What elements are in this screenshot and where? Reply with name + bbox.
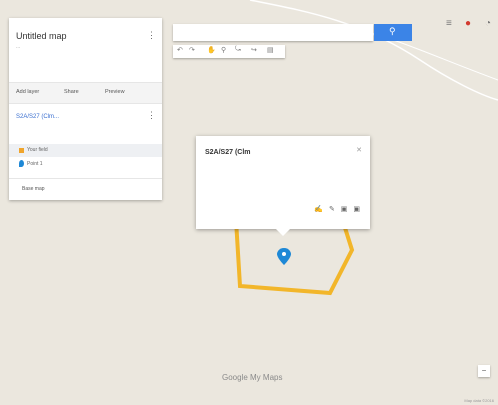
apps-grid-icon[interactable]: ≡ — [446, 18, 452, 29]
route-icon[interactable]: ↪ — [251, 46, 257, 54]
more-vert-icon[interactable]: ⋮ — [147, 30, 156, 41]
road-line — [249, 0, 498, 101]
pin-center — [282, 252, 286, 256]
hand-icon[interactable]: ✋ — [207, 46, 216, 54]
redo-icon[interactable]: ↷ — [189, 46, 195, 54]
ruler-icon[interactable]: ▤ — [267, 46, 274, 54]
search-button[interactable]: ⚲ — [374, 24, 412, 41]
popup-title: S2A/S27 (Clm — [205, 149, 251, 156]
basemap-label: Base map — [22, 186, 45, 192]
search-icon: ⚲ — [389, 26, 396, 36]
share-button[interactable]: Share — [64, 89, 79, 95]
popup-action-icons: ✍ ✎ ▣ ▣ — [314, 205, 362, 213]
drawing-toolbar: ↶ ↷ ✋ ⚲ ⤿ ↪ ▤ — [173, 45, 285, 58]
trash-icon[interactable]: ▣ — [353, 206, 362, 213]
feature-info-popup: S2A/S27 (Clm ✕ ✍ ✎ ▣ ▣ — [196, 136, 370, 236]
basemap-row[interactable]: Base map — [9, 178, 162, 192]
map-attribution[interactable]: Map data ©2016 — [464, 398, 494, 403]
account-avatar-icon[interactable]: ◔ — [485, 18, 491, 29]
polygon-square-icon — [19, 148, 24, 153]
map-pin-icon — [19, 160, 24, 167]
map-pin-icon[interactable] — [277, 248, 291, 265]
marker-icon[interactable]: ⚲ — [221, 46, 226, 54]
paint-bucket-icon[interactable]: ✍ — [314, 206, 325, 213]
search-input[interactable] — [173, 24, 373, 41]
layer-item-label: Your field — [27, 147, 48, 153]
undo-icon[interactable]: ↶ — [177, 46, 183, 54]
layer-item-field[interactable]: Your field — [9, 144, 162, 157]
close-icon[interactable]: ✕ — [356, 146, 362, 154]
map-subtitle: ... — [16, 44, 21, 50]
panel-actions: Add layer Share Preview — [9, 82, 162, 104]
camera-icon[interactable]: ▣ — [341, 206, 350, 213]
notification-icon[interactable]: ● — [465, 18, 471, 29]
map-title[interactable]: Untitled map — [16, 31, 67, 41]
edit-pencil-icon[interactable]: ✎ — [329, 206, 337, 213]
layer-name[interactable]: S2A/S27 (Clm... — [16, 114, 59, 120]
add-layer-button[interactable]: Add layer — [16, 89, 39, 95]
zoom-out-button[interactable]: − — [478, 365, 490, 377]
layer-item-point[interactable]: Point 1 — [27, 161, 43, 167]
line-icon[interactable]: ⤿ — [235, 46, 241, 54]
layer-more-icon[interactable]: ⋮ — [147, 110, 156, 121]
preview-button[interactable]: Preview — [105, 89, 125, 95]
map-legend-panel: Untitled map ... ⋮ Add layer Share Previ… — [9, 18, 162, 200]
google-logo: Google My Maps — [222, 373, 283, 382]
